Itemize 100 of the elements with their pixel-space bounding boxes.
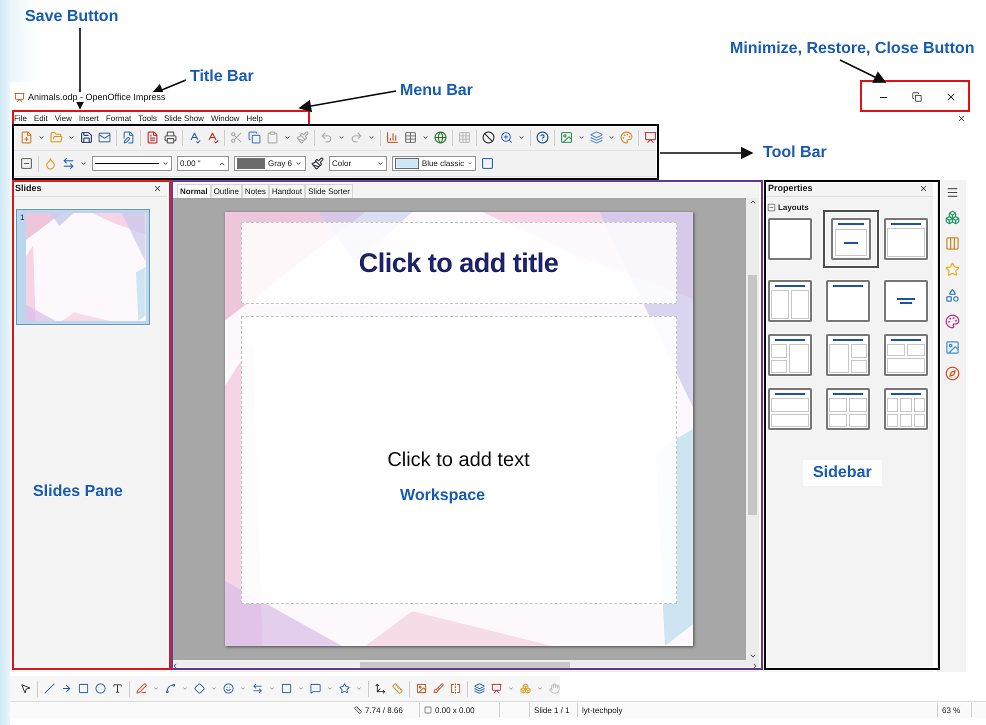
line-color-dropdown[interactable]: Gray 6 bbox=[234, 156, 306, 171]
symbol-shapes-icon[interactable] bbox=[222, 682, 234, 695]
slide-thumbnail[interactable]: 1 bbox=[16, 209, 150, 325]
layout-option[interactable] bbox=[884, 334, 928, 376]
annotation-label: Save Button bbox=[25, 8, 118, 26]
line-preview bbox=[95, 163, 159, 164]
area-style-dropdown[interactable]: Color bbox=[329, 156, 387, 171]
master-name: lyt-techpoly bbox=[578, 703, 938, 717]
scroll-right-icon[interactable] bbox=[751, 662, 759, 670]
area-style-value: Color bbox=[332, 159, 352, 168]
flip-icon[interactable] bbox=[450, 682, 461, 695]
connector-icon[interactable] bbox=[164, 682, 176, 695]
title-placeholder[interactable]: Click to add title bbox=[240, 222, 676, 304]
area-fill-dropdown[interactable]: Blue classic bbox=[392, 156, 476, 171]
line-style-dropdown[interactable] bbox=[92, 156, 172, 171]
layout-option[interactable] bbox=[826, 280, 870, 322]
area-fill-value: Blue classic bbox=[422, 159, 464, 168]
view-tab[interactable]: Notes bbox=[242, 184, 269, 198]
layout-option[interactable] bbox=[768, 388, 812, 430]
annotation-label: Tool Bar bbox=[763, 144, 827, 162]
copy-icon[interactable] bbox=[248, 131, 261, 144]
globe-icon[interactable] bbox=[434, 131, 447, 144]
menu-item[interactable]: Format bbox=[106, 114, 132, 123]
close-icon[interactable] bbox=[153, 184, 162, 192]
annotation-label: Sidebar bbox=[803, 460, 882, 486]
styles-icon[interactable] bbox=[944, 314, 960, 329]
callout-icon[interactable] bbox=[310, 682, 322, 695]
window-title: Animals.odp - OpenOffice Impress bbox=[28, 92, 166, 102]
section-title[interactable]: Layouts bbox=[778, 203, 809, 212]
gallery-icon[interactable] bbox=[944, 340, 960, 355]
menu-item[interactable]: Tools bbox=[138, 114, 157, 123]
arrow-icon[interactable] bbox=[60, 682, 72, 695]
layout-option[interactable] bbox=[768, 280, 812, 322]
annotation-label: Minimize, Restore, Close Button bbox=[730, 40, 974, 58]
help-icon[interactable] bbox=[536, 131, 549, 144]
stars-icon[interactable] bbox=[338, 682, 350, 695]
slide-number: 1 bbox=[20, 213, 24, 224]
line-width-value: 0.00 " bbox=[180, 159, 201, 168]
auto-spellcheck-icon[interactable] bbox=[206, 131, 219, 144]
fill-icon[interactable] bbox=[311, 157, 324, 170]
ban-icon[interactable] bbox=[482, 131, 495, 144]
pane-title: Slides bbox=[15, 183, 42, 193]
view-tab[interactable]: Normal bbox=[177, 184, 211, 198]
view-tab[interactable]: Slide Sorter bbox=[305, 184, 353, 198]
mail-icon[interactable] bbox=[98, 131, 111, 144]
menu-item[interactable]: Slide Show bbox=[164, 114, 204, 123]
sidebar-title: Properties bbox=[768, 183, 813, 193]
layout-option[interactable] bbox=[826, 388, 870, 430]
collapse-icon[interactable] bbox=[767, 203, 776, 212]
line-width-field[interactable]: 0.00 " bbox=[177, 156, 229, 171]
annotation-label: Slides Pane bbox=[33, 483, 123, 501]
slideshow-icon[interactable] bbox=[644, 131, 657, 144]
zoom-icon[interactable] bbox=[500, 131, 513, 144]
line-icon[interactable] bbox=[44, 682, 55, 695]
line-color-icon[interactable] bbox=[44, 157, 57, 170]
close-icon bbox=[945, 91, 957, 103]
layout-option[interactable] bbox=[884, 280, 928, 322]
layout-option[interactable] bbox=[884, 388, 928, 430]
layout-option[interactable] bbox=[768, 218, 812, 260]
annotation-label: Menu Bar bbox=[400, 82, 473, 100]
navigator-icon[interactable] bbox=[944, 366, 960, 381]
position-field: 7.74 / 8.66 bbox=[350, 703, 420, 717]
zoom-level[interactable]: 63 % bbox=[938, 703, 972, 717]
annotation-label: Title Bar bbox=[190, 68, 254, 86]
scroll-left-icon[interactable] bbox=[171, 662, 179, 670]
pointer-icon[interactable] bbox=[20, 682, 32, 695]
menu-item[interactable]: Insert bbox=[78, 114, 99, 123]
menu-item[interactable]: View bbox=[54, 114, 72, 123]
printer-icon[interactable] bbox=[164, 131, 177, 144]
color-swatch bbox=[395, 158, 419, 169]
scroll-up-icon[interactable] bbox=[748, 198, 756, 206]
menu-icon[interactable] bbox=[946, 186, 958, 199]
close-document-icon[interactable] bbox=[957, 114, 966, 123]
menu-item[interactable]: Help bbox=[246, 114, 263, 123]
image-icon[interactable] bbox=[416, 682, 427, 695]
menu-item[interactable]: File bbox=[14, 114, 27, 123]
save-icon[interactable] bbox=[80, 131, 93, 144]
view-tab[interactable]: Handout bbox=[268, 184, 306, 198]
layout-option[interactable] bbox=[826, 334, 870, 376]
spellcheck-icon[interactable] bbox=[188, 131, 201, 144]
close-icon[interactable] bbox=[919, 184, 928, 192]
rectangle-icon[interactable] bbox=[78, 682, 90, 695]
slide-indicator: Slide 1 / 1 bbox=[530, 703, 578, 717]
view-tab[interactable]: Outline bbox=[210, 184, 242, 198]
layout-option[interactable] bbox=[768, 334, 812, 376]
vertical-scrollbar[interactable] bbox=[746, 198, 759, 660]
new-document-icon[interactable] bbox=[20, 131, 33, 144]
table-icon[interactable] bbox=[404, 131, 417, 144]
menu-item[interactable]: Edit bbox=[34, 114, 48, 123]
menu-item[interactable]: Window bbox=[210, 114, 240, 123]
ellipse-icon[interactable] bbox=[95, 682, 106, 695]
arrow-style-icon[interactable] bbox=[62, 157, 75, 170]
chart-icon[interactable] bbox=[386, 131, 399, 144]
layout-option[interactable] bbox=[884, 218, 928, 260]
basic-shapes-icon[interactable] bbox=[194, 682, 206, 695]
annotation-label: Workspace bbox=[400, 487, 486, 505]
edit-file-icon[interactable] bbox=[122, 131, 135, 144]
block-arrows-icon[interactable] bbox=[252, 682, 264, 695]
text-icon[interactable] bbox=[112, 682, 124, 695]
layout-option[interactable] bbox=[823, 210, 879, 268]
